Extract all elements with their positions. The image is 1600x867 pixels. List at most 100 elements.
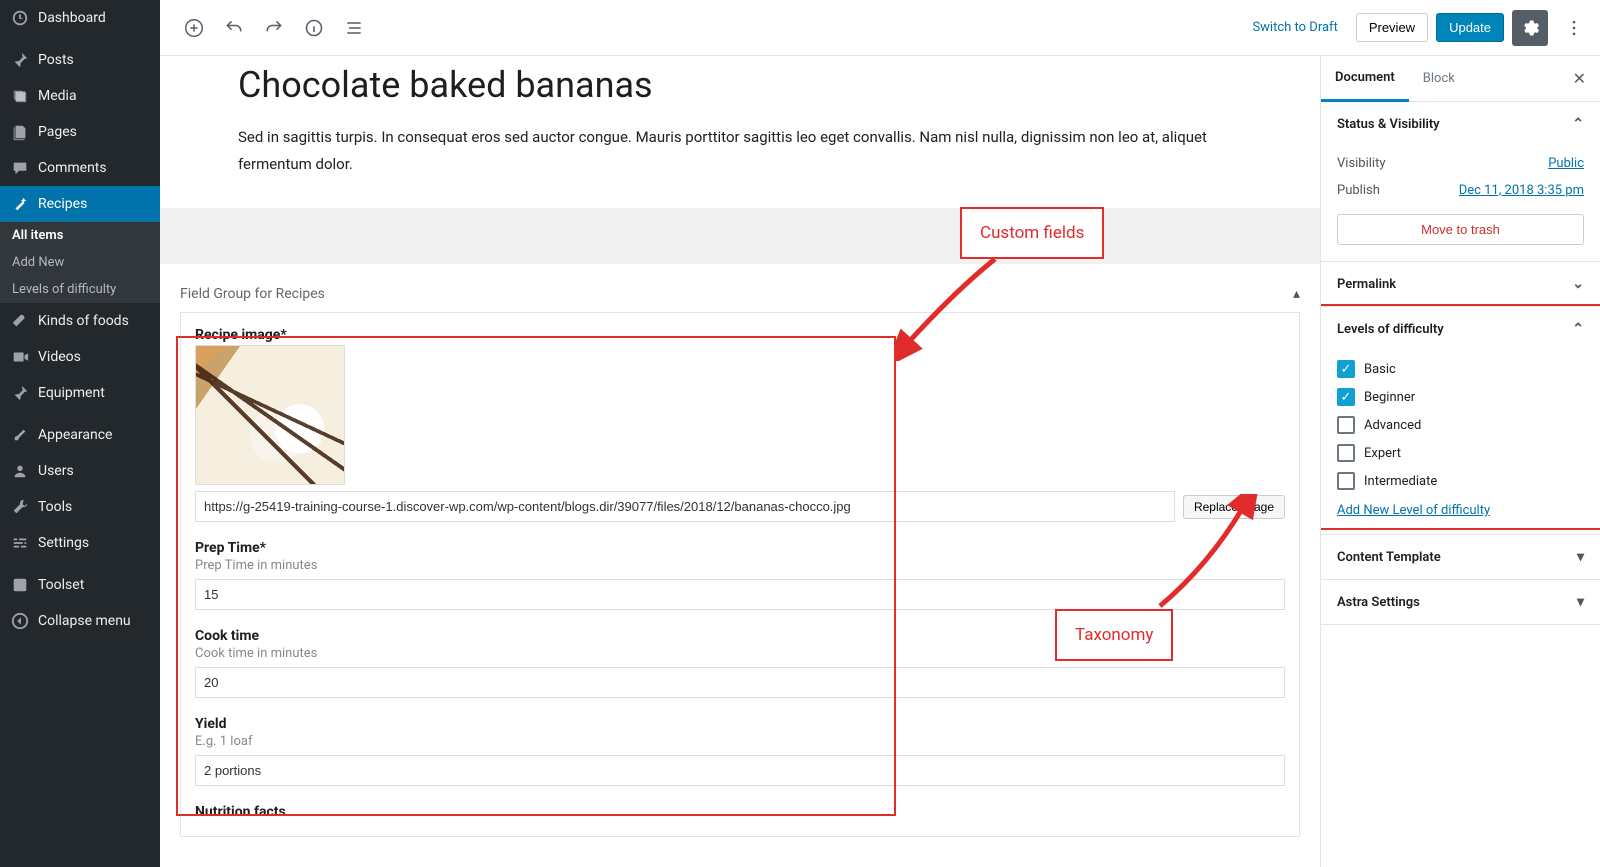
- editor-top-toolbar: Switch to Draft Preview Update: [160, 0, 1600, 56]
- pin-icon: [10, 383, 30, 403]
- visibility-value[interactable]: Public: [1548, 156, 1584, 171]
- brush-icon: [10, 425, 30, 445]
- field-group-header[interactable]: Field Group for Recipes ▴: [180, 276, 1300, 312]
- sidebar-item-posts[interactable]: Posts: [0, 42, 160, 78]
- checkbox[interactable]: [1337, 416, 1355, 434]
- publish-label: Publish: [1337, 183, 1380, 198]
- sidebar-item-equipment[interactable]: Equipment: [0, 375, 160, 411]
- recipe-image-url-input[interactable]: [195, 491, 1175, 522]
- panel-status-visibility-header[interactable]: Status & Visibility ⌃: [1321, 102, 1600, 146]
- sidebar-item-users[interactable]: Users: [0, 453, 160, 489]
- checkbox[interactable]: [1337, 388, 1355, 406]
- recipe-image-label: Recipe image*: [195, 327, 1285, 343]
- panel-content-template-header[interactable]: Content Template ▾: [1321, 535, 1600, 579]
- checkbox[interactable]: [1337, 360, 1355, 378]
- sidebar-label: Media: [38, 88, 77, 104]
- collapse-icon: [10, 611, 30, 631]
- more-menu-button[interactable]: [1556, 10, 1592, 46]
- panel-levels-header[interactable]: Levels of difficulty ⌃: [1321, 307, 1600, 351]
- sidebar-item-comments[interactable]: Comments: [0, 150, 160, 186]
- prep-time-label: Prep Time*: [195, 540, 1285, 556]
- sidebar-label: Posts: [38, 52, 74, 68]
- sidebar-item-dashboard[interactable]: Dashboard: [0, 0, 160, 36]
- chevron-down-icon: ▾: [1577, 549, 1584, 565]
- post-title[interactable]: Chocolate baked bananas: [238, 56, 1242, 124]
- sidebar-label: Pages: [38, 124, 77, 140]
- sidebar-label: Collapse menu: [38, 613, 131, 629]
- sidebar-item-toolset[interactable]: Toolset: [0, 567, 160, 603]
- sidebar-label: Users: [38, 463, 74, 479]
- pages-icon: [10, 122, 30, 142]
- chevron-up-icon: ▴: [1293, 286, 1300, 302]
- admin-sidebar: Dashboard Posts Media Pages Comments: [0, 0, 160, 867]
- level-label: Beginner: [1364, 390, 1415, 405]
- toolset-icon: [10, 575, 30, 595]
- update-button[interactable]: Update: [1436, 13, 1504, 42]
- sidebar-item-recipes[interactable]: Recipes: [0, 186, 160, 222]
- document-settings-panel: Document Block ✕ Status & Visibility ⌃ V…: [1320, 56, 1600, 867]
- annotation-custom-fields: Custom fields: [960, 207, 1104, 259]
- level-checkbox-row[interactable]: Expert: [1337, 439, 1584, 467]
- sidebar-label: Appearance: [38, 427, 112, 443]
- sidebar-label: Videos: [38, 349, 81, 365]
- tab-document[interactable]: Document: [1321, 56, 1409, 102]
- recipe-image-thumbnail[interactable]: [195, 345, 345, 485]
- editor-gray-band: [160, 208, 1320, 264]
- field-group-body: Recipe image* Replace image Prep Time* P…: [180, 312, 1300, 837]
- post-body[interactable]: Sed in sagittis turpis. In consequat ero…: [238, 124, 1242, 178]
- add-block-button[interactable]: [176, 10, 212, 46]
- sidebar-item-collapse[interactable]: Collapse menu: [0, 603, 160, 639]
- info-button[interactable]: [296, 10, 332, 46]
- checkbox[interactable]: [1337, 444, 1355, 462]
- sidebar-item-tools[interactable]: Tools: [0, 489, 160, 525]
- wrench-icon: [10, 497, 30, 517]
- yield-label: Yield: [195, 716, 1285, 732]
- checkbox[interactable]: [1337, 472, 1355, 490]
- sidebar-item-pages[interactable]: Pages: [0, 114, 160, 150]
- yield-desc: E.g. 1 loaf: [195, 734, 1285, 749]
- sidebar-item-appearance[interactable]: Appearance: [0, 417, 160, 453]
- prep-time-desc: Prep Time in minutes: [195, 558, 1285, 573]
- tab-block[interactable]: Block: [1409, 57, 1469, 100]
- panel-astra-header[interactable]: Astra Settings ▾: [1321, 580, 1600, 624]
- panel-permalink-header[interactable]: Permalink ⌄: [1321, 262, 1600, 306]
- level-checkbox-row[interactable]: Intermediate: [1337, 467, 1584, 495]
- yield-input[interactable]: [195, 755, 1285, 786]
- level-label: Basic: [1364, 362, 1396, 377]
- close-panel-button[interactable]: ✕: [1559, 59, 1600, 98]
- undo-button[interactable]: [216, 10, 252, 46]
- level-label: Advanced: [1364, 418, 1421, 433]
- redo-button[interactable]: [256, 10, 292, 46]
- settings-gear-button[interactable]: [1512, 10, 1548, 46]
- sidebar-item-media[interactable]: Media: [0, 78, 160, 114]
- sidebar-sub-all-items[interactable]: All items: [0, 222, 160, 249]
- chevron-down-icon: ▾: [1577, 594, 1584, 610]
- preview-button[interactable]: Preview: [1356, 13, 1428, 42]
- level-checkbox-row[interactable]: Advanced: [1337, 411, 1584, 439]
- publish-value[interactable]: Dec 11, 2018 3:35 pm: [1459, 183, 1584, 198]
- move-to-trash-button[interactable]: Move to trash: [1337, 214, 1584, 245]
- level-checkbox-row[interactable]: Basic: [1337, 355, 1584, 383]
- prep-time-input[interactable]: [195, 579, 1285, 610]
- wand-icon: [10, 194, 30, 214]
- outline-button[interactable]: [336, 10, 372, 46]
- switch-to-draft-button[interactable]: Switch to Draft: [1242, 12, 1347, 43]
- sidebar-item-videos[interactable]: Videos: [0, 339, 160, 375]
- chevron-up-icon: ⌃: [1572, 116, 1584, 132]
- video-icon: [10, 347, 30, 367]
- carrot-icon: [10, 311, 30, 331]
- chevron-down-icon: ⌄: [1572, 276, 1584, 292]
- sidebar-item-settings[interactable]: Settings: [0, 525, 160, 561]
- level-checkbox-row[interactable]: Beginner: [1337, 383, 1584, 411]
- add-level-link[interactable]: Add New Level of difficulty: [1337, 503, 1490, 518]
- sidebar-item-kinds[interactable]: Kinds of foods: [0, 303, 160, 339]
- sidebar-label: Comments: [38, 160, 107, 176]
- replace-image-button[interactable]: Replace image: [1183, 495, 1285, 519]
- sidebar-sub-levels[interactable]: Levels of difficulty: [0, 276, 160, 303]
- cook-time-input[interactable]: [195, 667, 1285, 698]
- sliders-icon: [10, 533, 30, 553]
- sidebar-sub-add-new[interactable]: Add New: [0, 249, 160, 276]
- sidebar-label: Settings: [38, 535, 89, 551]
- sidebar-label: Tools: [38, 499, 72, 515]
- sidebar-label: Equipment: [38, 385, 105, 401]
